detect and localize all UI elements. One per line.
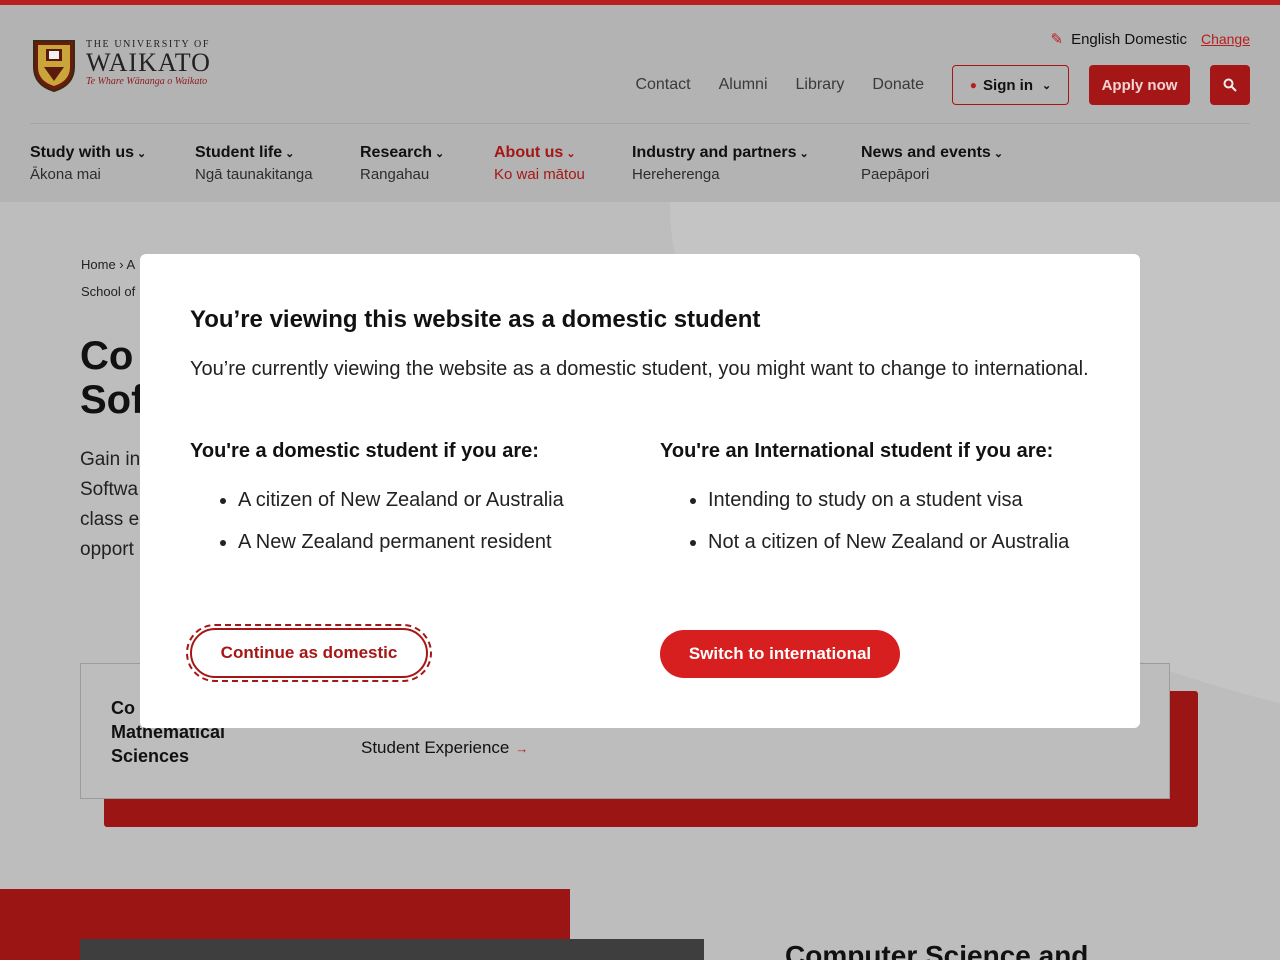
list-item: A citizen of New Zealand or Australia [238,485,630,515]
international-heading: You're an International student if you a… [660,440,1054,462]
domestic-column: You're a domestic student if you are: A … [190,440,630,569]
list-item: A New Zealand permanent resident [238,527,630,557]
list-item: Not a citizen of New Zealand or Australi… [708,527,1100,557]
domestic-list: A citizen of New Zealand or Australia A … [190,485,630,557]
page: THE UNIVERSITY OF WAIKATO Te Whare Wānan… [0,0,1280,960]
modal-body: You’re currently viewing the website as … [190,358,1089,380]
domestic-heading: You're a domestic student if you are: [190,440,539,462]
switch-to-international-button[interactable]: Switch to international [660,630,900,678]
modal-title: You’re viewing this website as a domesti… [190,306,761,333]
international-column: You're an International student if you a… [660,440,1100,569]
international-list: Intending to study on a student visa Not… [660,485,1100,557]
student-type-modal: You’re viewing this website as a domesti… [140,254,1140,728]
modal-overlay: You’re viewing this website as a domesti… [0,0,1280,960]
list-item: Intending to study on a student visa [708,485,1100,515]
continue-as-domestic-button[interactable]: Continue as domestic [186,624,432,682]
